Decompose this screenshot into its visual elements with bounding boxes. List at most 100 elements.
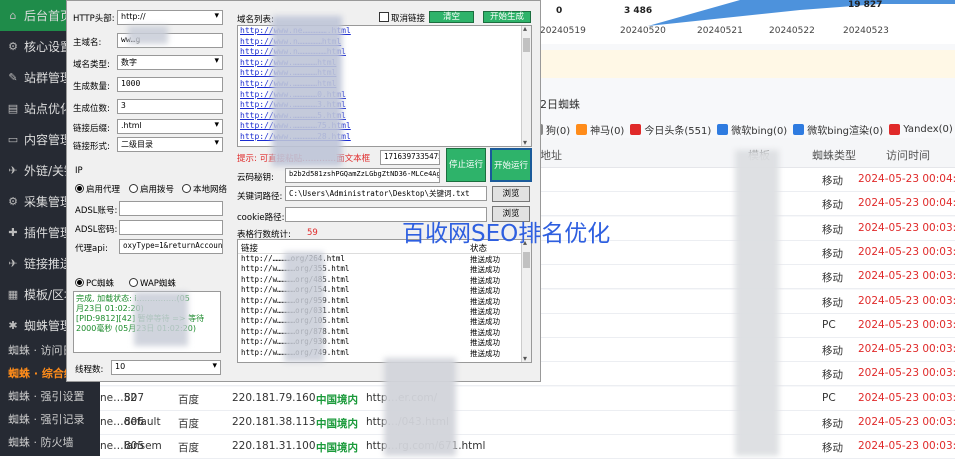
gen-count-input[interactable]: 1000 bbox=[117, 77, 223, 92]
radio-dial[interactable]: 启用拨号 bbox=[129, 183, 174, 195]
cell-type: 移动 bbox=[822, 175, 843, 187]
data-label-0: 0 bbox=[556, 6, 563, 16]
radio-proxy[interactable]: 启用代理 bbox=[75, 183, 120, 195]
stop-button[interactable]: 停止运行 bbox=[446, 148, 486, 182]
cell-time: 2024-05-23 00:03:58 bbox=[858, 245, 955, 258]
thread-select[interactable]: 10 bbox=[111, 360, 221, 375]
adsl-account-input[interactable] bbox=[119, 201, 223, 216]
push-row[interactable]: http://w…………org/031.html推送成功 bbox=[238, 306, 531, 316]
domain-type-select[interactable]: 数字 bbox=[117, 55, 223, 70]
number-field[interactable]: 1716397335475 bbox=[380, 150, 440, 165]
chart-area-fill bbox=[648, 0, 955, 26]
sidebar-item-label: 站群管理 bbox=[24, 71, 73, 85]
cell-type: 移动 bbox=[822, 369, 843, 382]
cancel-link-checkbox[interactable]: 取消链接 bbox=[379, 12, 425, 24]
table-row: 805百度220.181.31.100中国境内http…rg.com/671.h… bbox=[100, 435, 955, 459]
engine-stat[interactable]: 神马(0) bbox=[576, 120, 624, 138]
template-icon: ▦ bbox=[7, 288, 19, 301]
adsl-password-input[interactable] bbox=[119, 220, 223, 235]
push-row[interactable]: http://w…………org/154.html推送成功 bbox=[238, 285, 531, 295]
blur-mask bbox=[384, 358, 456, 456]
blur-mask bbox=[735, 150, 779, 456]
start-button[interactable]: 开始运行 bbox=[490, 148, 532, 182]
push-status: 推送成功 bbox=[470, 338, 500, 348]
sidebar-subitem[interactable]: 蜘蛛 · 防火墙 bbox=[0, 430, 100, 453]
radio-off-icon bbox=[129, 278, 138, 287]
spider-icon: ✱ bbox=[8, 319, 18, 332]
sidebar-subitem[interactable]: 蜘蛛 · 强引设置 bbox=[0, 384, 100, 407]
plugin-icon: ✚ bbox=[8, 226, 18, 239]
radio-off-icon bbox=[129, 184, 138, 193]
cell-time: 2024-05-23 00:03:51 bbox=[858, 440, 955, 453]
domain-type-label: 域名类型: bbox=[73, 60, 110, 70]
th-url: 地址 bbox=[540, 149, 562, 162]
domain-list-scrollbar[interactable] bbox=[521, 26, 531, 146]
cell-type: 移动 bbox=[822, 345, 843, 358]
cell-region: 中国境内 bbox=[316, 442, 358, 455]
cell-time: 2024-05-23 00:03:52 bbox=[858, 416, 955, 428]
thread-label: 线程数: bbox=[75, 365, 104, 375]
sidebar-item-label: 蜘蛛管理 bbox=[24, 319, 73, 333]
radio-on-icon bbox=[75, 278, 84, 287]
radio-proxy-label: 启用代理 bbox=[86, 185, 121, 195]
folder-icon: ▭ bbox=[7, 133, 19, 146]
radio-wap-spider[interactable]: WAP蜘蛛 bbox=[129, 277, 176, 289]
browse-keyword-button[interactable]: 浏览 bbox=[492, 186, 530, 202]
collect-icon: ⚙ bbox=[8, 195, 18, 208]
push-status: 推送成功 bbox=[470, 286, 500, 296]
proxy-api-input[interactable]: oxyType=1&returnAccount=1 bbox=[119, 239, 223, 254]
cell-engine: 百度 bbox=[178, 418, 199, 430]
push-row[interactable]: http://w…………org/485.html推送成功 bbox=[238, 275, 531, 285]
engine-stat[interactable]: 今日头条(551) bbox=[630, 120, 711, 138]
cell-time: 2024-05-23 00:03:59 bbox=[858, 221, 955, 234]
push-row[interactable]: http://w…………org/355.html推送成功 bbox=[238, 264, 531, 274]
gen-digits-input[interactable]: 3 bbox=[117, 99, 223, 114]
push-status: 推送成功 bbox=[470, 348, 500, 358]
push-status: 推送成功 bbox=[470, 265, 500, 275]
cloud-key-input[interactable]: b2b2d581zshPGQamZzLGbgZtND36-MLCe4Ag bbox=[285, 168, 440, 183]
cell-time: 2024-05-23 00:03:56 bbox=[858, 294, 955, 307]
engine-stat[interactable]: 微软bing(0) bbox=[717, 120, 787, 138]
push-row[interactable]: http://w…………org/105.html推送成功 bbox=[238, 316, 531, 326]
push-status: 推送成功 bbox=[470, 255, 500, 264]
http-head-label: HTTP头部: bbox=[73, 14, 115, 24]
push-row[interactable]: http://…………org/264.html推送成功 bbox=[238, 254, 531, 264]
push-row[interactable]: http://w…………org/959.html推送成功 bbox=[238, 296, 531, 306]
engine-label: 微软bing渲染(0) bbox=[807, 125, 884, 137]
push-status: 推送成功 bbox=[470, 327, 500, 337]
checkbox-icon bbox=[379, 12, 389, 22]
engine-icon bbox=[717, 123, 729, 135]
table-row: 806百度220.181.38.113中国境内http…/043.htmlne…… bbox=[100, 411, 955, 435]
engine-stat[interactable]: 微软bing渲染(0) bbox=[793, 120, 883, 138]
push-row[interactable]: http://w…………org/749.html推送成功 bbox=[238, 348, 531, 358]
radio-on-icon bbox=[75, 184, 84, 193]
keyword-path-input[interactable]: C:\Users\Administrator\Desktop\关键词.txt bbox=[285, 186, 487, 201]
push-result-table[interactable]: 链接 状态 http://…………org/264.html推送成功http://… bbox=[237, 239, 532, 363]
clear-button[interactable]: 清空 bbox=[429, 11, 474, 23]
http-head-select[interactable]: http:// bbox=[117, 10, 223, 25]
push-row[interactable]: http://w…………org/878.html推送成功 bbox=[238, 327, 531, 337]
push-row[interactable]: http://w…………org/930.html推送成功 bbox=[238, 337, 531, 347]
cell-time: 2024-05-23 00:03:52 bbox=[858, 391, 955, 404]
cell-template: ne…52 bbox=[100, 391, 137, 404]
push-table-scrollbar[interactable] bbox=[521, 240, 531, 362]
sidebar-subitem[interactable]: 蜘蛛 · 强引记录 bbox=[0, 407, 100, 430]
radio-local[interactable]: 本地网络 bbox=[182, 183, 227, 195]
data-label-2: 19 827 bbox=[848, 0, 883, 10]
x-tick-1: 20240520 bbox=[620, 26, 666, 36]
engine-stat[interactable]: Yandex(0) bbox=[889, 120, 953, 138]
radio-pc-spider[interactable]: PC蜘蛛 bbox=[75, 277, 114, 289]
push-icon: ✈ bbox=[8, 257, 18, 270]
link-icon: ✈ bbox=[8, 164, 18, 177]
link-suffix-select[interactable]: .html bbox=[117, 119, 223, 134]
ip-group-label: IP bbox=[75, 166, 83, 176]
cell-engine: 百度 bbox=[178, 442, 199, 455]
start-generate-button[interactable]: 开始生成 bbox=[483, 11, 531, 23]
engine-icon bbox=[889, 123, 901, 135]
th-type: 蜘蛛类型 bbox=[812, 149, 856, 162]
link-suffix-label: 链接后缀: bbox=[73, 124, 110, 134]
link-form-select[interactable]: 二级目录 bbox=[117, 137, 223, 152]
table-row: 807百度220.181.79.160中国境内http…er.com/ne…52… bbox=[100, 386, 955, 411]
x-tick-4: 20240523 bbox=[843, 26, 889, 36]
sidebar-item-label: 链接推送 bbox=[24, 257, 73, 271]
